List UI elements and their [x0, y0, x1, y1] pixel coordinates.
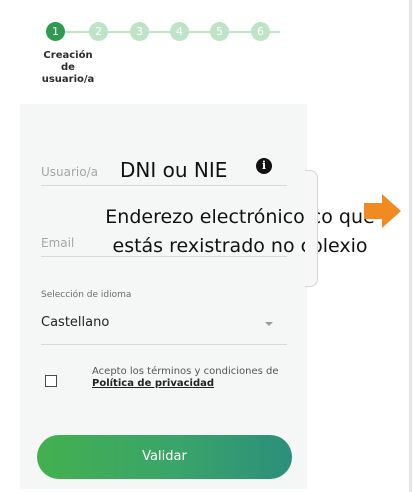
active-step-label: Creación de usuario/a — [41, 50, 95, 85]
info-icon[interactable]: i — [256, 158, 272, 174]
chevron-down-icon — [265, 322, 273, 326]
username-hint: DNI ou NIE — [120, 158, 228, 182]
step-4: 4 — [170, 22, 189, 41]
language-select[interactable]: Castellano — [41, 315, 109, 330]
step-6: 6 — [251, 22, 270, 41]
terms-text: Acepto los términos y condiciones de Pol… — [92, 366, 282, 390]
stepper-header: 1 2 3 4 5 6 Creación de usuario/a — [20, 0, 307, 105]
step-3: 3 — [130, 22, 149, 41]
screen-right-border — [409, 0, 412, 492]
language-label: Selección de idioma — [41, 290, 132, 300]
stepper: 1 2 3 4 5 6 — [46, 22, 286, 42]
validate-button[interactable]: Validar — [37, 435, 292, 479]
arrow-right-icon — [364, 194, 401, 228]
step-1: 1 — [46, 22, 65, 41]
email-hint: Enderezo electrónico co que estás rexist… — [105, 206, 375, 257]
terms-checkbox[interactable] — [45, 375, 57, 387]
side-tab[interactable] — [305, 170, 318, 287]
registration-screen: 1 2 3 4 5 6 Creación de usuario/a Usuari… — [0, 0, 413, 492]
username-field[interactable]: Usuario/a — [41, 165, 98, 179]
email-field[interactable]: Email — [41, 236, 74, 250]
terms-label: Acepto los términos y condiciones de — [92, 366, 279, 377]
username-underline — [41, 185, 287, 186]
step-2: 2 — [89, 22, 108, 41]
step-5: 5 — [210, 22, 229, 41]
language-underline — [41, 344, 287, 345]
privacy-policy-link[interactable]: Política de privacidad — [92, 378, 214, 389]
